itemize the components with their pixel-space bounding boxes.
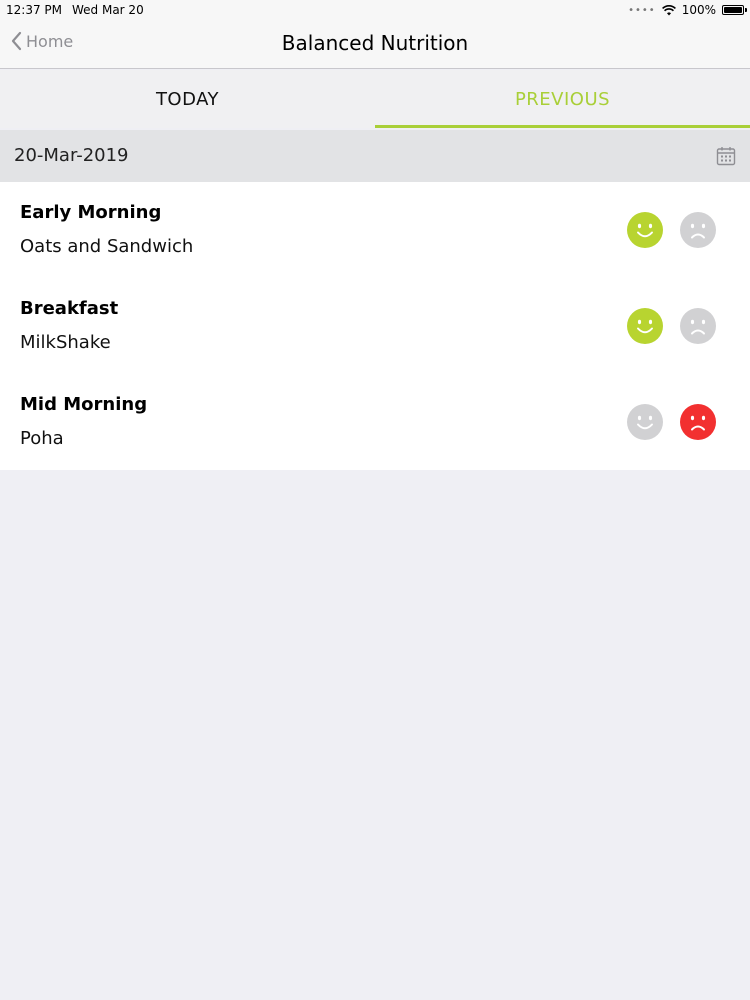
tab-bar: TODAY PREVIOUS bbox=[0, 70, 750, 128]
signal-icon: •••• bbox=[628, 4, 656, 16]
meal-title: Early Morning bbox=[20, 202, 162, 223]
tab-label: TODAY bbox=[155, 88, 220, 110]
happy-face-icon[interactable] bbox=[627, 308, 663, 344]
tab-today[interactable]: TODAY bbox=[0, 70, 375, 128]
date-header: 20-Mar-2019 bbox=[0, 130, 750, 182]
page-title: Balanced Nutrition bbox=[281, 31, 469, 55]
navigation-bar: Home Balanced Nutrition bbox=[0, 20, 750, 69]
sad-face-icon[interactable] bbox=[680, 404, 716, 440]
meal-item: MilkShake bbox=[20, 332, 111, 353]
meal-list: Early Morning Oats and Sandwich Breakfas… bbox=[0, 182, 750, 470]
calendar-icon[interactable] bbox=[716, 146, 736, 166]
meal-title: Breakfast bbox=[20, 298, 119, 319]
meal-row: Early Morning Oats and Sandwich bbox=[0, 182, 750, 278]
battery-icon bbox=[722, 5, 747, 15]
status-bar: 12:37 PM Wed Mar 20 •••• 100% bbox=[0, 0, 750, 20]
meal-item: Poha bbox=[20, 428, 64, 449]
sad-face-icon[interactable] bbox=[680, 308, 716, 344]
meal-item: Oats and Sandwich bbox=[20, 236, 194, 257]
status-date: Wed Mar 20 bbox=[72, 3, 144, 17]
meal-row: Breakfast MilkShake bbox=[0, 278, 750, 374]
wifi-icon bbox=[661, 4, 676, 15]
meal-title: Mid Morning bbox=[20, 394, 148, 415]
meal-row: Mid Morning Poha bbox=[0, 374, 750, 470]
status-time: 12:37 PM bbox=[6, 3, 62, 17]
happy-face-icon[interactable] bbox=[627, 212, 663, 248]
selected-date: 20-Mar-2019 bbox=[14, 145, 129, 166]
tab-label: PREVIOUS bbox=[514, 88, 611, 110]
happy-face-icon[interactable] bbox=[627, 404, 663, 440]
tab-previous[interactable]: PREVIOUS bbox=[375, 70, 750, 128]
sad-face-icon[interactable] bbox=[680, 212, 716, 248]
battery-percent: 100% bbox=[681, 3, 716, 17]
